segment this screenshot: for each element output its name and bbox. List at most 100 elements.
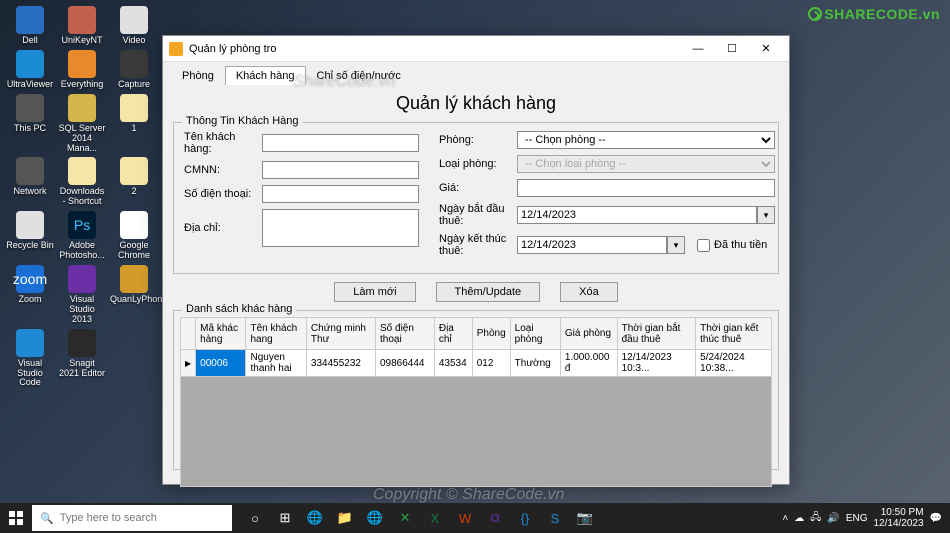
taskbar-app-icon[interactable]: 📷 [572,505,598,531]
tab-1[interactable]: Khách hàng [225,66,306,85]
search-box[interactable]: 🔍 Type here to search [32,505,232,531]
room-select[interactable]: -- Chọn phòng -- [517,131,775,149]
taskbar-app-icon[interactable]: ⊞ [272,505,298,531]
desktop-icon[interactable]: UniKeyNT [58,6,106,46]
taskbar-app-icon[interactable]: {} [512,505,538,531]
taskbar-app-icon[interactable]: 🌐 [362,505,388,531]
customer-grid[interactable]: Mã khác hàngTên khách hangChứng minh Thư… [180,317,772,487]
cell[interactable]: 5/24/2024 10:38... [696,350,772,377]
desktop-icon[interactable]: QuanLyPhon... [110,265,158,305]
column-header[interactable]: Tên khách hang [246,318,306,350]
desktop-icon[interactable]: 2 [110,157,158,197]
taskbar-app-icon[interactable]: ⧉ [482,505,508,531]
desktop-icon[interactable]: Snagit 2021 Editor [58,329,106,379]
cell[interactable]: Thường [510,350,560,377]
cell[interactable]: Nguyen thanh hai [246,350,306,377]
desktop-icon[interactable]: zoomZoom [6,265,54,305]
tray-chevron-icon[interactable]: ˄ [782,513,788,524]
tab-0[interactable]: Phòng [171,66,225,85]
desktop-icon[interactable]: Video [110,6,158,46]
desktop-icon[interactable]: This PC [6,94,54,134]
enddate-input[interactable] [517,236,667,254]
desktop-icon[interactable]: PsAdobe Photosho... [58,211,106,261]
cell[interactable]: 012 [472,350,510,377]
desktop-icon[interactable]: Recycle Bin [6,211,54,251]
tab-2[interactable]: Chỉ số điện/nước [306,66,412,85]
label-room: Phòng: [439,134,517,146]
taskbar-app-icon[interactable]: X [422,505,448,531]
taskbar-app-icon[interactable]: W [452,505,478,531]
notifications-icon[interactable]: 💬 [930,513,942,524]
cell[interactable]: 09866444 [376,350,435,377]
column-header[interactable]: Thời gian bắt đầu thuê [617,318,696,350]
column-header[interactable]: Giá phòng [560,318,617,350]
maximize-button[interactable]: ☐ [715,38,749,60]
label-name: Tên khách hàng: [184,131,262,155]
address-input[interactable] [262,209,419,247]
price-input[interactable] [517,179,775,197]
tray-onedrive-icon[interactable]: ☁ [794,513,804,524]
cell[interactable]: 334455232 [306,350,375,377]
label-enddate: Ngày kết thúc thuê: [439,233,517,257]
titlebar: Quản lý phòng tro — ☐ ✕ [163,36,789,62]
app-icon [169,42,183,56]
column-header[interactable]: Loại phòng [510,318,560,350]
tray-network-icon[interactable]: 🖧 [810,510,821,527]
tray-volume-icon[interactable]: 🔊 [827,513,839,524]
grid-empty-area [181,377,772,487]
start-button[interactable] [0,503,32,533]
desktop-icon[interactable]: Visual Studio 2013 [58,265,106,325]
column-header[interactable]: Thời gian kết thúc thuê [696,318,772,350]
label-cmnn: CMNN: [184,164,262,176]
label-price: Giá: [439,182,517,194]
desktop-icon[interactable]: Dell [6,6,54,46]
taskbar-app-icon[interactable]: 🌐 [302,505,328,531]
label-address: Địa chỉ: [184,222,262,234]
row-selector[interactable] [181,350,196,377]
taskbar-app-icon[interactable]: ✕ [392,505,418,531]
table-row[interactable]: 00006Nguyen thanh hai3344552320986644443… [181,350,772,377]
column-header[interactable]: Địa chỉ [434,318,472,350]
desktop-icon[interactable]: Visual Studio Code [6,329,54,389]
search-placeholder: Type here to search [60,512,157,524]
cell[interactable]: 12/14/2023 10:3... [617,350,696,377]
column-header[interactable]: Phòng [472,318,510,350]
desktop-icon[interactable]: UltraViewer [6,50,54,90]
column-header[interactable]: Chứng minh Thư [306,318,375,350]
desktop-icon[interactable]: Downloads - Shortcut [58,157,106,207]
enddate-picker-icon[interactable]: ▾ [667,236,685,254]
column-header[interactable]: Số điện thoại [376,318,435,350]
paid-checkbox-wrap[interactable]: Đã thu tiền [697,239,775,252]
taskbar-app-icon[interactable]: 📁 [332,505,358,531]
cell[interactable]: 43534 [434,350,472,377]
taskbar-app-icon[interactable]: ○ [242,505,268,531]
startdate-input[interactable] [517,206,757,224]
customer-list-group: Danh sách khác hàng Mã khác hàngTên khác… [173,310,779,470]
desktop-icon[interactable]: 1 [110,94,158,134]
clock[interactable]: 10:50 PM 12/14/2023 [873,507,923,529]
desktop-icon[interactable]: SQL Server 2014 Mana... [58,94,106,154]
column-header[interactable]: Mã khác hàng [196,318,246,350]
cmnn-input[interactable] [262,161,419,179]
startdate-picker-icon[interactable]: ▾ [757,206,775,224]
delete-button[interactable]: Xóa [560,282,618,302]
name-input[interactable] [262,134,419,152]
close-button[interactable]: ✕ [749,38,783,60]
system-tray: ˄ ☁ 🖧 🔊 ENG 10:50 PM 12/14/2023 💬 [774,507,950,529]
desktop-icon[interactable]: Google Chrome [110,211,158,261]
cell[interactable]: 00006 [196,350,246,377]
refresh-button[interactable]: Làm mới [334,282,415,302]
taskbar: 🔍 Type here to search ○⊞🌐📁🌐✕XW⧉{}S📷 ˄ ☁ … [0,503,950,533]
paid-checkbox[interactable] [697,239,710,252]
phone-input[interactable] [262,185,419,203]
tray-lang-icon[interactable]: ENG [846,513,868,524]
minimize-button[interactable]: — [681,38,715,60]
desktop-icon[interactable]: Network [6,157,54,197]
taskbar-app-icon[interactable]: S [542,505,568,531]
label-startdate: Ngày bắt đầu thuê: [439,203,517,227]
desktop-icon[interactable]: Capture [110,50,158,90]
cell[interactable]: 1.000.000 đ [560,350,617,377]
add-update-button[interactable]: Thêm/Update [436,282,541,302]
desktop-icon[interactable]: Everything [58,50,106,90]
label-roomtype: Loại phòng: [439,158,517,170]
